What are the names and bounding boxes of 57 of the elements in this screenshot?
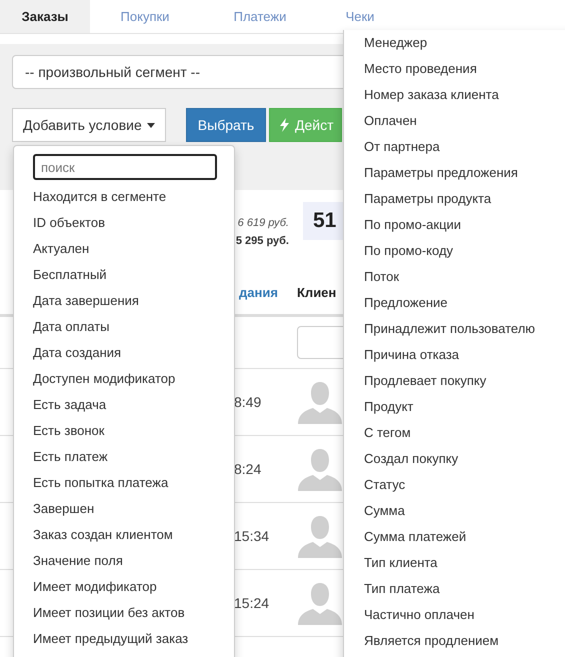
menu-item[interactable]: Имеет предыдущий заказ xyxy=(33,626,234,652)
menu-item[interactable]: Параметры предложения xyxy=(364,160,565,186)
menu-item[interactable]: С тегом xyxy=(364,420,565,446)
menu-item[interactable]: Есть звонок xyxy=(33,418,234,444)
menu-item[interactable]: Параметры продукта xyxy=(364,186,565,212)
tab[interactable]: Заказы xyxy=(0,0,90,33)
menu-item[interactable]: Дата завершения xyxy=(33,288,234,314)
menu-item[interactable]: Сумма платежей xyxy=(364,524,565,550)
menu-item[interactable]: Имеет модификатор xyxy=(33,574,234,600)
menu-item[interactable]: Принадлежит пользователю xyxy=(364,316,565,342)
menu-item[interactable]: Есть попытка платежа xyxy=(33,470,234,496)
menu-item[interactable]: Имеет позиции без актов xyxy=(33,600,234,626)
select-button[interactable]: Выбрать xyxy=(186,108,266,142)
menu-item[interactable]: Статус xyxy=(364,472,565,498)
search-field[interactable]: поиск xyxy=(33,154,217,180)
menu-item[interactable]: Находится в сегменте xyxy=(33,184,234,210)
menu-item[interactable]: Причина отказа xyxy=(364,342,565,368)
menu-item[interactable]: Актуален xyxy=(33,236,234,262)
menu-item[interactable]: Номер заказа клиента xyxy=(364,82,565,108)
menu-item[interactable]: Доступен модификатор xyxy=(33,366,234,392)
menu-item[interactable]: Частично оплачен xyxy=(364,602,565,628)
menu-item[interactable]: Является продлением xyxy=(364,628,565,654)
menu-item[interactable]: От партнера xyxy=(364,134,565,160)
column-header: Клиен xyxy=(297,284,336,302)
lightning-icon xyxy=(280,118,289,132)
add-condition-button[interactable]: Добавить условие xyxy=(12,108,166,142)
time-cell-text: 8:24 xyxy=(234,460,262,478)
menu-item[interactable]: По промо-коду xyxy=(364,238,565,264)
menu-item[interactable]: Дата оплаты xyxy=(33,314,234,340)
menu-item[interactable]: Продукт xyxy=(364,394,565,420)
time-cell-text: 8:49 xyxy=(234,392,262,412)
menu-item[interactable]: Тип клиента xyxy=(364,550,565,576)
menu-item[interactable]: Сумма xyxy=(364,498,565,524)
menu-item[interactable]: Менеджер xyxy=(364,30,565,56)
menu-item[interactable]: Оплачен xyxy=(364,108,565,134)
menu-item[interactable]: Дата создания xyxy=(33,340,234,366)
menu-item[interactable]: Создал покупку xyxy=(364,446,565,472)
sum-amount: 6 619 руб. xyxy=(238,216,289,230)
menu-item[interactable]: ID объектов xyxy=(33,210,234,236)
menu-item[interactable]: Значение поля xyxy=(33,548,234,574)
time-cell-text: 15:24 xyxy=(234,594,270,612)
menu-item[interactable]: Продлевает покупку xyxy=(364,368,565,394)
menu-item[interactable]: Предложение xyxy=(364,290,565,316)
menu-item[interactable]: Есть задача xyxy=(33,392,234,418)
menu-item[interactable]: Бесплатный xyxy=(33,262,234,288)
column-header-link[interactable]: дания xyxy=(239,283,297,303)
sum-amount: 5 295 руб. xyxy=(236,234,289,249)
menu-item[interactable]: Завершен xyxy=(33,496,234,522)
menu-item[interactable]: По промо-акции xyxy=(364,212,565,238)
count-badge: 51 xyxy=(303,202,343,240)
menu-item[interactable]: Место проведения xyxy=(364,56,565,82)
menu-item[interactable]: Есть платеж xyxy=(33,444,234,470)
menu-item[interactable]: Заказ создан клиентом xyxy=(33,522,234,548)
caret-icon xyxy=(146,122,155,128)
time-cell-text: 15:34 xyxy=(234,526,270,546)
menu-item[interactable]: Поток xyxy=(364,264,565,290)
menu-item[interactable]: Тип платежа xyxy=(364,576,565,602)
